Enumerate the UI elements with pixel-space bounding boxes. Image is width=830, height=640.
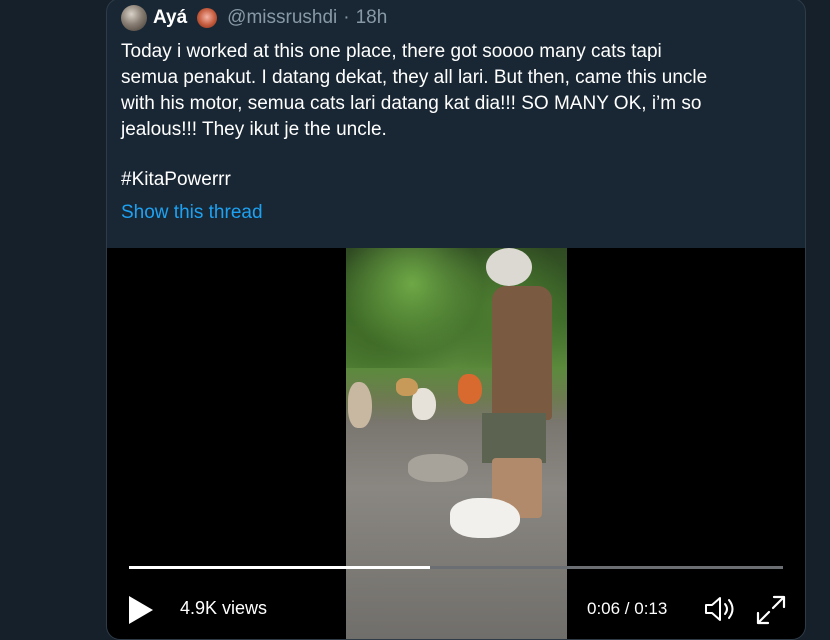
display-name[interactable]: Ayá: [153, 7, 187, 29]
video-cat: [458, 374, 482, 404]
video-controls: 4.9K views 0:06 / 0:13: [107, 588, 805, 632]
view-count: 4.9K views: [180, 598, 268, 618]
video-player[interactable]: 4.9K views 0:06 / 0:13: [107, 248, 805, 639]
separator: ·: [343, 7, 350, 28]
play-icon[interactable]: [129, 596, 153, 624]
video-cat: [348, 382, 372, 428]
video-cat: [408, 454, 468, 482]
tweet-text: Today i worked at this one place, there …: [121, 41, 708, 140]
video-timecode: 0:06 / 0:13: [587, 599, 668, 618]
tweet-header: Ayá @missrushdi · 18h: [121, 5, 387, 31]
speaker-icon[interactable]: [703, 594, 737, 624]
tweet-time[interactable]: 18h: [356, 7, 388, 29]
hashtag: #KitaPowerrr: [121, 169, 231, 190]
tweet-card[interactable]: Ayá @missrushdi · 18h Today i worked at …: [106, 0, 806, 640]
video-person-head: [486, 248, 532, 286]
video-cat: [450, 498, 520, 538]
monkey-emoji-icon: [197, 8, 218, 28]
expand-icon[interactable]: [755, 594, 787, 626]
avatar-icon[interactable]: [121, 5, 147, 31]
show-thread-link[interactable]: Show this thread: [121, 202, 263, 224]
video-progress-bar[interactable]: [129, 566, 783, 569]
video-cat: [396, 378, 418, 396]
video-person-body: [492, 286, 552, 420]
video-frame: [346, 248, 567, 639]
video-person-shorts: [482, 413, 546, 463]
video-progress-fill: [129, 566, 430, 569]
user-handle[interactable]: @missrushdi: [227, 7, 337, 29]
